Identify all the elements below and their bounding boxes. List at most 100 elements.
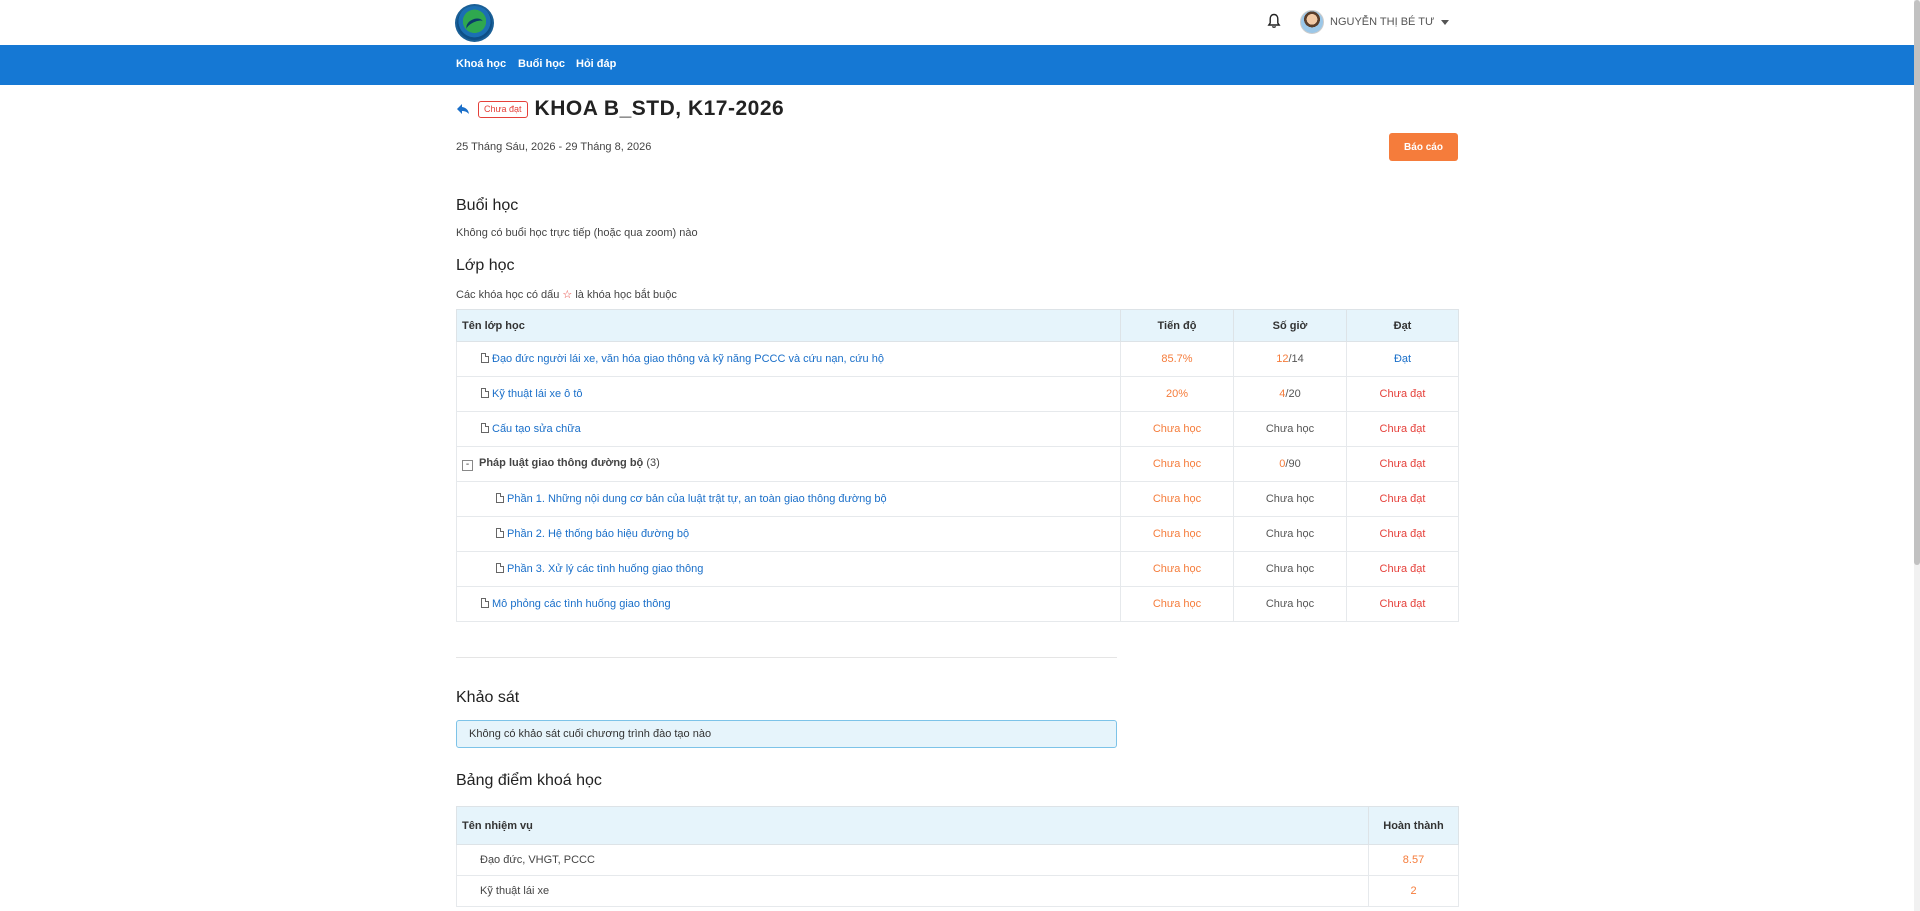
course-date-range: 25 Tháng Sáu, 2026 - 29 Tháng 8, 2026: [456, 141, 652, 153]
document-icon: [496, 493, 504, 503]
col-task-name: Tên nhiệm vụ: [456, 806, 1369, 845]
hours-cell: 4/20: [1233, 376, 1347, 412]
class-group-count: (3): [646, 457, 660, 469]
collapse-toggle[interactable]: -: [462, 460, 473, 471]
classes-table-wrap: Tên lớp học Tiến độ Số giờ Đạt Đạo đức n…: [456, 309, 1459, 622]
task-name-cell: Đạo đức, VHGT, PCCC: [456, 844, 1369, 876]
hours-cell: Chưa học: [1233, 516, 1347, 552]
status-badge: Chưa đạt: [478, 100, 528, 118]
progress-cell: Chưa học: [1120, 481, 1234, 517]
progress-cell: Chưa học: [1120, 586, 1234, 622]
class-name-cell: Kỹ thuật lái xe ô tô: [456, 376, 1121, 412]
nav-sessions[interactable]: Buổi học: [518, 58, 565, 70]
class-name-cell: Phần 2. Hệ thống báo hiệu đường bộ: [456, 516, 1121, 552]
hours-total: /20: [1285, 388, 1301, 400]
table-row-group: - Pháp luật giao thông đường bộ (3) Chưa …: [456, 446, 1459, 482]
hours-total: /14: [1288, 353, 1304, 365]
hours-cell: Chưa học: [1233, 586, 1347, 622]
progress-cell: Chưa học: [1120, 551, 1234, 587]
table-row: Kỹ thuật lái xe 2: [456, 875, 1459, 907]
document-icon: [496, 563, 504, 573]
star-icon: ☆: [562, 289, 573, 301]
scrollbar-thumb[interactable]: [1914, 0, 1920, 565]
table-row: Phần 1. Những nội dung cơ bản của luật t…: [456, 481, 1459, 517]
required-courses-note: Các khóa học có dấu ☆ là khóa học bắt bu…: [456, 288, 677, 301]
class-name-cell: Cấu tạo sửa chữa: [456, 411, 1121, 447]
task-name-cell: Kỹ thuật lái xe: [456, 875, 1369, 907]
progress-cell: Chưa học: [1120, 516, 1234, 552]
status-cell: Chưa đạt: [1346, 446, 1459, 482]
scores-table: Tên nhiệm vụ Hoàn thành Đạo đức, VHGT, P…: [456, 806, 1459, 907]
class-link[interactable]: Kỹ thuật lái xe ô tô: [492, 388, 583, 400]
col-class-name: Tên lớp học: [456, 309, 1121, 342]
user-name: NGUYỄN THỊ BÉ TƯ: [1330, 16, 1435, 28]
score-cell: 8.57: [1368, 844, 1459, 876]
classes-heading: Lớp học: [456, 257, 515, 274]
survey-info-box: Không có khảo sát cuối chương trình đào …: [456, 720, 1117, 748]
class-name-cell: Phần 1. Những nội dung cơ bản của luật t…: [456, 481, 1121, 517]
class-name-cell: Đạo đức người lái xe, văn hóa giao thông…: [456, 341, 1121, 377]
course-header: Chưa đạt KHOA B_STD, K17-2026: [456, 97, 1458, 121]
back-arrow-icon[interactable]: [456, 102, 470, 116]
bell-icon[interactable]: [1267, 13, 1281, 29]
progress-cell: Chưa học: [1120, 446, 1234, 482]
nav-qa[interactable]: Hỏi đáp: [576, 58, 616, 70]
report-button[interactable]: Báo cáo: [1389, 133, 1458, 161]
table-row: Kỹ thuật lái xe ô tô 20% 4/20 Chưa đạt: [456, 376, 1459, 412]
chevron-down-icon: [1441, 19, 1450, 25]
table-header-row: Tên nhiệm vụ Hoàn thành: [456, 806, 1459, 845]
status-cell: Chưa đạt: [1346, 376, 1459, 412]
avatar: [1300, 10, 1324, 34]
progress-cell: 20%: [1120, 376, 1234, 412]
class-name-cell: Phần 3. Xử lý các tình huống giao thông: [456, 551, 1121, 587]
hours-cell: Chưa học: [1233, 411, 1347, 447]
sessions-heading: Buổi học: [456, 197, 519, 214]
status-cell: Chưa đạt: [1346, 551, 1459, 587]
hours-done: 12: [1276, 353, 1289, 365]
class-link[interactable]: Đạo đức người lái xe, văn hóa giao thông…: [492, 353, 884, 365]
document-icon: [481, 388, 489, 398]
sessions-empty-text: Không có buổi học trực tiếp (hoặc qua zo…: [456, 227, 698, 239]
hours-total: /90: [1285, 458, 1301, 470]
scores-table-wrap: Tên nhiệm vụ Hoàn thành Đạo đức, VHGT, P…: [456, 806, 1459, 907]
progress-cell: Chưa học: [1120, 411, 1234, 447]
page-scrollbar[interactable]: [1914, 0, 1920, 911]
class-group-cell: - Pháp luật giao thông đường bộ (3): [456, 446, 1121, 482]
note-text-after: là khóa học bắt buộc: [575, 289, 677, 301]
table-row: Phần 3. Xử lý các tình huống giao thông …: [456, 551, 1459, 587]
document-icon: [481, 353, 489, 363]
col-completion: Hoàn thành: [1368, 806, 1459, 845]
progress-cell: 85.7%: [1120, 341, 1234, 377]
status-cell: Đạt: [1346, 341, 1459, 377]
col-progress: Tiến độ: [1120, 309, 1234, 342]
status-cell: Chưa đạt: [1346, 481, 1459, 517]
section-divider: [456, 657, 1117, 658]
class-group-name: Pháp luật giao thông đường bộ: [479, 457, 644, 469]
table-row: Đạo đức người lái xe, văn hóa giao thông…: [456, 341, 1459, 377]
survey-heading: Khảo sát: [456, 689, 520, 706]
document-icon: [481, 423, 489, 433]
col-hours: Số giờ: [1233, 309, 1347, 342]
class-link[interactable]: Phần 1. Những nội dung cơ bản của luật t…: [507, 493, 887, 505]
class-link[interactable]: Phần 3. Xử lý các tình huống giao thông: [507, 563, 703, 575]
table-row: Phần 2. Hệ thống báo hiệu đường bộ Chưa …: [456, 516, 1459, 552]
school-logo[interactable]: [455, 4, 494, 42]
class-link[interactable]: Cấu tạo sửa chữa: [492, 423, 581, 435]
class-link[interactable]: Phần 2. Hệ thống báo hiệu đường bộ: [507, 528, 689, 540]
user-menu[interactable]: NGUYỄN THỊ BÉ TƯ: [1300, 10, 1450, 34]
nav-courses[interactable]: Khoá học: [456, 58, 506, 70]
class-name-cell: Mô phỏng các tình huống giao thông: [456, 586, 1121, 622]
classes-table: Tên lớp học Tiến độ Số giờ Đạt Đạo đức n…: [456, 309, 1459, 622]
hours-cell: 0/90: [1233, 446, 1347, 482]
status-cell: Chưa đạt: [1346, 586, 1459, 622]
page-title: KHOA B_STD, K17-2026: [534, 97, 785, 120]
table-row: Đạo đức, VHGT, PCCC 8.57: [456, 844, 1459, 876]
table-row: Mô phỏng các tình huống giao thông Chưa …: [456, 586, 1459, 622]
class-link[interactable]: Mô phỏng các tình huống giao thông: [492, 598, 671, 610]
status-cell: Chưa đạt: [1346, 411, 1459, 447]
col-pass: Đạt: [1346, 309, 1459, 342]
hours-cell: 12/14: [1233, 341, 1347, 377]
document-icon: [481, 598, 489, 608]
score-cell: 2: [1368, 875, 1459, 907]
top-bar: NGUYỄN THỊ BÉ TƯ: [0, 0, 1920, 45]
